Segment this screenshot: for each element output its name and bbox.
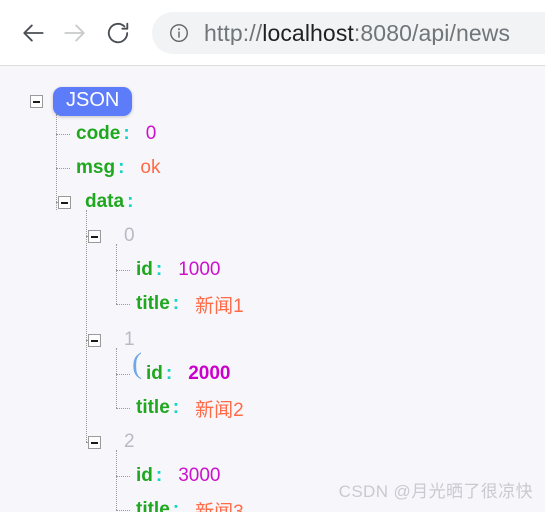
json-value-id: 2000 — [188, 363, 231, 384]
reload-icon — [105, 20, 131, 46]
json-key-title: title — [136, 293, 170, 314]
tree-line-to-code — [56, 134, 70, 135]
json-key-data: data — [85, 191, 125, 212]
json-colon: : — [127, 191, 134, 212]
json-value-msg: ok — [140, 157, 161, 178]
reload-button[interactable] — [98, 13, 138, 53]
collapse-toggle-item-2[interactable] — [88, 435, 101, 449]
json-colon: : — [172, 499, 180, 512]
tree-line-item1-title — [116, 408, 130, 409]
json-row-id[interactable]: id : 3000 — [136, 463, 221, 489]
url-scheme: http:// — [204, 21, 263, 45]
tree-line-item0-id — [116, 270, 130, 271]
json-colon: : — [155, 259, 163, 280]
tree-line-item1-id — [116, 374, 130, 375]
json-value-title: 新闻2 — [195, 399, 244, 421]
collapse-toggle-item-1[interactable] — [88, 333, 101, 347]
tree-line-item2-title — [116, 510, 130, 511]
json-value-id: 1000 — [178, 259, 221, 280]
tree-line-item0-trunk — [116, 244, 117, 304]
json-value-title: 新闻1 — [195, 295, 244, 317]
collapse-toggle-data[interactable] — [58, 195, 71, 209]
url-path: :8080/api/news — [353, 21, 511, 45]
collapse-toggle-item-0[interactable] — [88, 229, 101, 243]
json-key-id: id — [136, 259, 153, 280]
url-text[interactable]: http://localhost:8080/api/news — [204, 22, 510, 45]
text-cursor-icon: ( — [132, 347, 142, 380]
json-row-msg[interactable]: msg : ok — [76, 155, 160, 181]
tree-line-item2-id — [116, 476, 130, 477]
tree-line-root-trunk — [56, 114, 57, 210]
json-row-id[interactable]: id : 2000 — [146, 361, 231, 387]
json-row-title[interactable]: title : 新闻1 — [136, 291, 244, 317]
forward-arrow-icon — [61, 20, 87, 46]
json-value-title: 新闻3 — [195, 501, 244, 512]
json-colon: : — [123, 123, 130, 144]
json-key-title: title — [136, 499, 170, 512]
json-index-1: 1 — [124, 329, 135, 350]
address-bar[interactable]: http://localhost:8080/api/news — [152, 12, 545, 54]
json-row-data[interactable]: data : — [58, 189, 133, 215]
forward-button[interactable] — [54, 13, 94, 53]
json-row-id[interactable]: id : 1000 — [136, 257, 221, 283]
json-colon: : — [118, 157, 125, 178]
json-row-title[interactable]: title : 新闻3 — [136, 497, 244, 512]
watermark: CSDN @月光晒了很凉快 — [338, 482, 533, 501]
tree-line-to-msg — [56, 168, 70, 169]
browser-toolbar: http://localhost:8080/api/news — [0, 0, 545, 66]
json-index-0: 0 — [124, 225, 135, 246]
json-array-item-index[interactable]: 0 — [88, 223, 135, 249]
json-root-badge[interactable]: JSON — [53, 86, 133, 116]
json-key-msg: msg — [76, 157, 116, 178]
json-root-row: JSON — [30, 86, 133, 116]
tree-line-item1-trunk — [116, 348, 117, 408]
tree-line-item2-trunk — [116, 450, 117, 510]
json-colon: : — [155, 465, 163, 486]
back-button[interactable] — [14, 13, 54, 53]
json-key-id: id — [146, 363, 163, 384]
tree-line-item0-title — [116, 304, 130, 305]
json-value-code: 0 — [145, 123, 157, 144]
back-arrow-icon — [21, 20, 47, 46]
json-array-item-index[interactable]: 1 — [88, 327, 135, 353]
json-key-code: code — [76, 123, 121, 144]
url-host: localhost — [262, 21, 354, 45]
json-row-title[interactable]: title : 新闻2 — [136, 395, 244, 421]
json-colon: : — [172, 397, 180, 418]
json-array-item-index[interactable]: 2 — [88, 429, 135, 455]
json-index-2: 2 — [124, 431, 135, 452]
json-colon: : — [165, 363, 173, 384]
json-value-id: 3000 — [178, 465, 221, 486]
json-key-id: id — [136, 465, 153, 486]
json-viewer-body: JSON code : 0 msg : ok data : 0 id: 100… — [0, 66, 545, 512]
collapse-toggle-root[interactable] — [30, 94, 43, 108]
json-key-title: title — [136, 397, 170, 418]
tree-line-data-trunk — [86, 210, 87, 442]
json-row-code[interactable]: code : 0 — [76, 121, 156, 147]
site-info-icon[interactable] — [168, 22, 190, 44]
json-colon: : — [172, 293, 180, 314]
